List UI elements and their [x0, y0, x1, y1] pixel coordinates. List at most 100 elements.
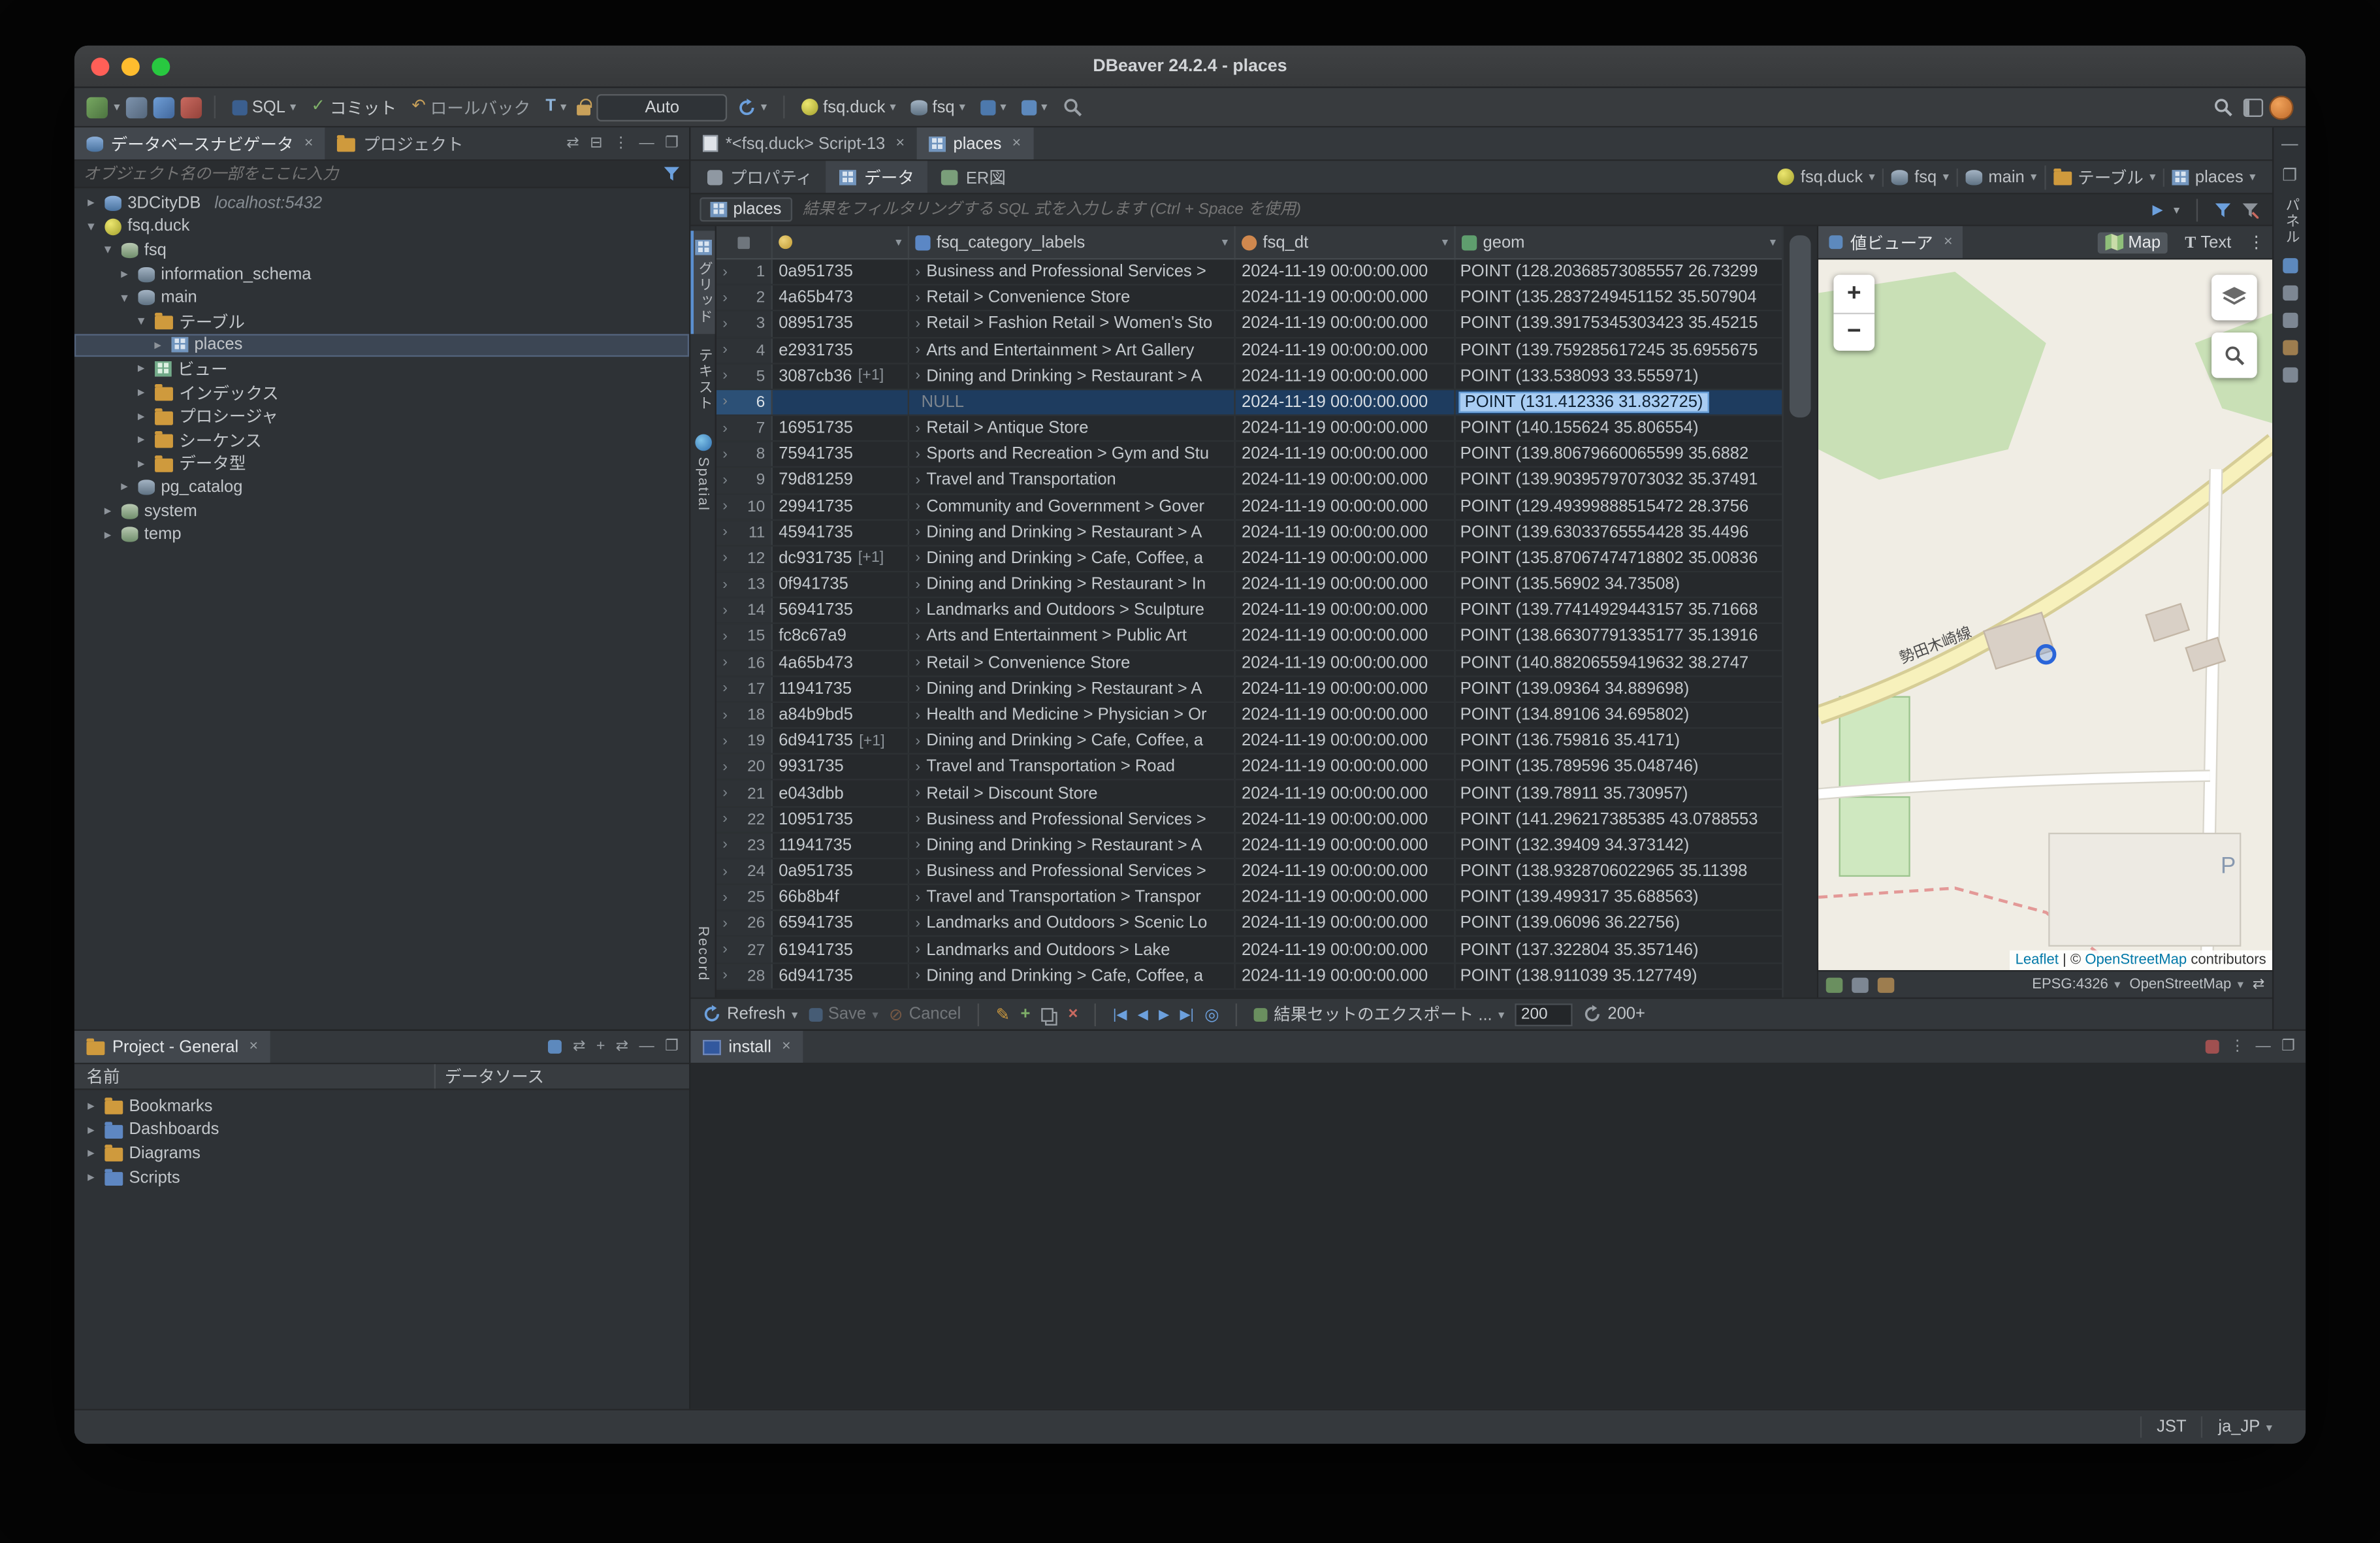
cell-date[interactable]: 2024-11-19 00:00:00.000 [1236, 598, 1456, 623]
cell-id[interactable]: 11941735 [773, 676, 910, 702]
row-header-cell[interactable]: › 17 [716, 676, 773, 702]
tab-projects[interactable]: プロジェクト [325, 127, 475, 159]
cell-id[interactable] [773, 389, 910, 415]
row-header-cell[interactable]: › 14 [716, 598, 773, 623]
cell-date[interactable]: 2024-11-19 00:00:00.000 [1236, 468, 1456, 493]
row-header-cell[interactable]: › 15 [716, 625, 773, 649]
filter-expression-input[interactable] [802, 200, 2142, 219]
twisty-icon[interactable]: ▾ [84, 218, 99, 235]
filter-history-icon[interactable]: ▾ [2174, 203, 2179, 216]
cell-id[interactable]: 66b8b4f [773, 885, 910, 910]
minimize-panel-icon[interactable]: — [2256, 1039, 2271, 1056]
flip-coordinates-icon[interactable]: ⇄ [2253, 976, 2265, 993]
calc-panel-icon[interactable] [2282, 284, 2298, 300]
tab-install[interactable]: install × [690, 1030, 803, 1063]
cell-id[interactable]: fc8c67a9 [773, 625, 910, 649]
table-row[interactable]: › 27 61941735 › Landmarks and Outdoors >… [716, 937, 1782, 964]
table-row[interactable]: › 4 e2931735 › Arts and Entertainment > … [716, 338, 1782, 365]
cell-category[interactable]: › Landmarks and Outdoors > Lake [909, 937, 1236, 962]
cell-date[interactable]: 2024-11-19 00:00:00.000 [1236, 338, 1456, 363]
cell-geometry[interactable]: POINT (139.39175345303423 35.45215 [1456, 312, 1782, 336]
close-icon[interactable]: × [782, 1039, 791, 1056]
row-expander-icon[interactable]: › [722, 472, 728, 489]
table-row[interactable]: › 14 56941735 › Landmarks and Outdoors >… [716, 598, 1782, 625]
close-icon[interactable]: × [1012, 135, 1021, 152]
cell-date[interactable]: 2024-11-19 00:00:00.000 [1236, 259, 1456, 284]
value-expander-icon[interactable]: › [915, 759, 920, 776]
cell-id[interactable]: e2931735 [773, 338, 910, 363]
cell-date[interactable]: 2024-11-19 00:00:00.000 [1236, 781, 1456, 806]
column-filter-icon[interactable]: ▾ [1770, 235, 1776, 249]
cell-category[interactable]: › Dining and Drinking > Cafe, Coffee, a [909, 728, 1236, 754]
text-mode-button[interactable]: T Text [2178, 231, 2239, 253]
twisty-icon[interactable]: ▸ [100, 502, 115, 519]
caret-down-icon[interactable]: ▾ [2149, 170, 2155, 184]
cell-id[interactable]: 75941735 [773, 442, 910, 467]
basemap-selector[interactable]: OpenStreetMap ▾ [2129, 976, 2243, 993]
value-expander-icon[interactable]: › [915, 707, 920, 724]
table-row[interactable]: › 26 65941735 › Landmarks and Outdoors >… [716, 911, 1782, 937]
cell-date[interactable]: 2024-11-19 00:00:00.000 [1236, 859, 1456, 884]
row-expander-icon[interactable]: › [722, 967, 728, 984]
row-header-cell[interactable]: › 1 [716, 259, 773, 284]
map-save-icon[interactable] [1877, 977, 1895, 992]
db-task-prev-button[interactable]: ▾ [976, 97, 1010, 118]
cell-id[interactable]: 61941735 [773, 937, 910, 962]
cell-date[interactable]: 2024-11-19 00:00:00.000 [1236, 364, 1456, 389]
breadcrumb-item[interactable]: fsq.duck ▾ [1770, 168, 1882, 186]
cell-geometry[interactable]: POINT (139.78911 35.730957) [1456, 781, 1782, 806]
twisty-icon[interactable]: ▸ [84, 195, 99, 212]
connect-icon[interactable] [86, 96, 108, 118]
cell-id[interactable]: 65941735 [773, 911, 910, 936]
cell-id[interactable]: 3087cb36 [+1] [773, 364, 910, 389]
value-expander-icon[interactable]: › [915, 863, 920, 880]
cell-date[interactable]: 2024-11-19 00:00:00.000 [1236, 546, 1456, 571]
row-expander-icon[interactable]: › [722, 837, 728, 854]
column-name-header[interactable]: 名前 [74, 1064, 436, 1089]
cell-geometry[interactable]: POINT (140.155624 35.806554) [1456, 416, 1782, 441]
table-row[interactable]: › 2 4a65b473 › Retail > Convenience Stor… [716, 285, 1782, 312]
row-expander-icon[interactable]: › [722, 576, 728, 593]
cell-date[interactable]: 2024-11-19 00:00:00.000 [1236, 520, 1456, 545]
row-header-cell[interactable]: › 21 [716, 781, 773, 806]
value-expander-icon[interactable]: › [915, 316, 920, 333]
cell-geometry[interactable]: POINT (139.80679660065599 35.6882 [1456, 442, 1782, 467]
twisty-icon[interactable]: ▸ [117, 479, 132, 496]
tree-item[interactable]: ▸ temp [74, 523, 689, 546]
cell-date[interactable]: 2024-11-19 00:00:00.000 [1236, 728, 1456, 754]
row-header-cell[interactable]: › 8 [716, 442, 773, 467]
cell-category[interactable]: › Arts and Entertainment > Art Gallery [909, 338, 1236, 363]
tree-item[interactable]: ▸ system [74, 499, 689, 523]
tree-item[interactable]: ▾ fsq.duck [74, 215, 689, 238]
cell-date[interactable]: 2024-11-19 00:00:00.000 [1236, 312, 1456, 336]
value-expander-icon[interactable]: › [915, 550, 920, 567]
twisty-icon[interactable]: ▸ [134, 408, 149, 425]
fetch-next-segment-button[interactable]: 200+ [1583, 1005, 1645, 1023]
grid-vertical-scrollbar[interactable] [1782, 226, 1817, 998]
value-expander-icon[interactable]: › [915, 941, 920, 958]
cell-category[interactable]: › Dining and Drinking > Restaurant > A [909, 676, 1236, 702]
cell-geometry[interactable]: POINT (138.9328706022965 35.11398 [1456, 859, 1782, 884]
locale-selector[interactable]: ja_JP ▾ [2201, 1416, 2287, 1438]
cell-geometry[interactable]: POINT (138.66307791335177 35.13916 [1456, 625, 1782, 649]
cell-geometry[interactable]: POINT (128.20368573085557 26.73299 [1456, 259, 1782, 284]
tab-database-navigator[interactable]: データベースナビゲータ × [74, 127, 326, 160]
twisty-icon[interactable]: ▸ [134, 384, 149, 401]
cell-category[interactable]: › Retail > Convenience Store [909, 651, 1236, 675]
link-editor-icon[interactable]: ⇄ [566, 135, 579, 152]
column-filter-icon[interactable]: ▾ [1222, 235, 1228, 249]
cell-id[interactable]: 6d941735 [+1] [773, 728, 910, 754]
grid-view-tab[interactable]: グリッド [690, 231, 715, 334]
row-expander-icon[interactable]: › [722, 941, 728, 958]
commit-button[interactable]: ✓ コミット [307, 92, 402, 122]
twisty-icon[interactable]: ▸ [84, 1122, 99, 1139]
row-expander-icon[interactable]: › [722, 707, 728, 724]
db-task-next-button[interactable]: ▾ [1017, 97, 1052, 118]
add-icon[interactable]: + [596, 1039, 605, 1056]
value-expander-icon[interactable]: › [915, 263, 920, 280]
list-item[interactable]: ▸ Diagrams [74, 1142, 689, 1165]
cell-date[interactable]: 2024-11-19 00:00:00.000 [1236, 285, 1456, 310]
row-header-cell[interactable]: › 23 [716, 833, 773, 858]
cell-category[interactable]: › Arts and Entertainment > Public Art [909, 625, 1236, 649]
tab-value-viewer[interactable]: 値ビューア × [1818, 226, 1963, 259]
